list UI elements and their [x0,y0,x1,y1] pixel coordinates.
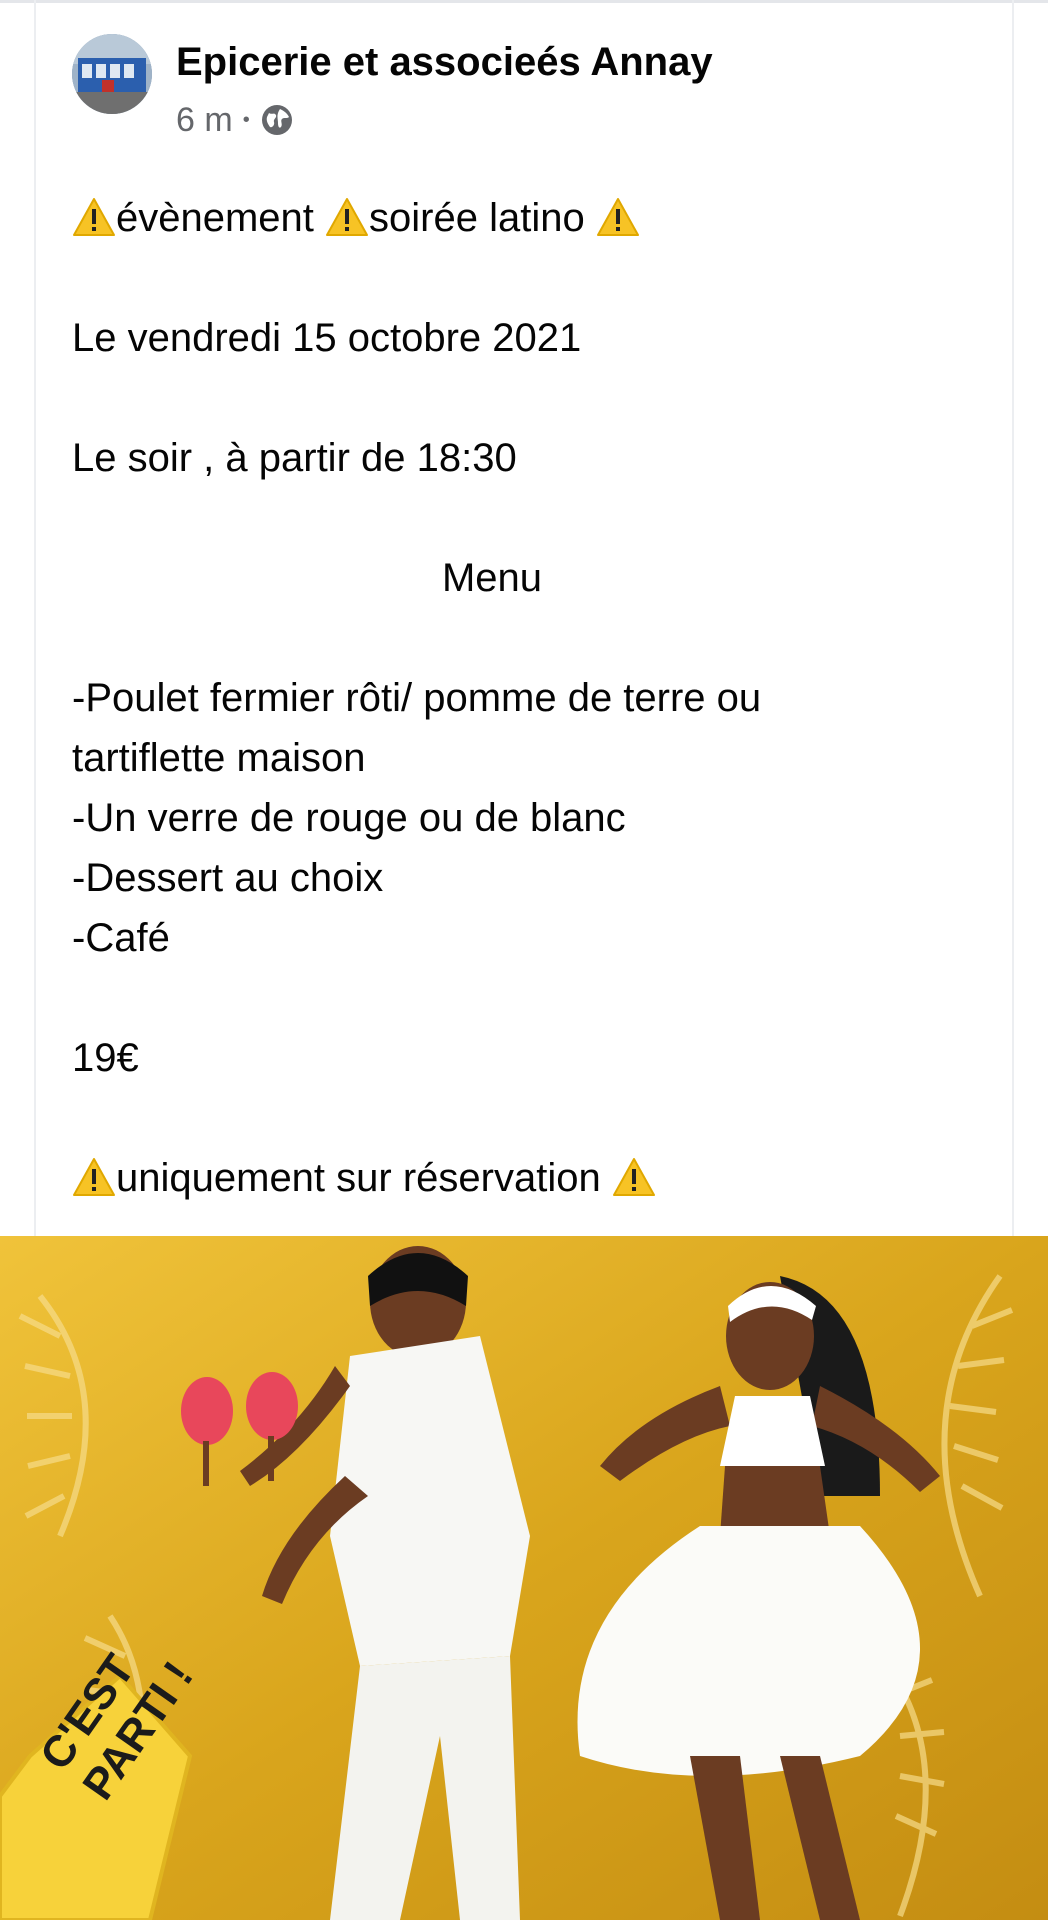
menu-item: -Café [72,916,170,960]
page-name-link[interactable]: Epicerie et associeés Annay [176,40,713,85]
meta-separator: • [242,108,250,131]
menu-item: -Un verre de rouge ou de blanc [72,796,626,840]
avatar[interactable] [72,34,152,114]
warning-icon [72,194,116,236]
menu-item: -Dessert au choix [72,856,384,900]
warning-icon [72,1154,116,1196]
event-text: évènement [116,196,326,240]
menu-item: tartiflette maison [72,736,366,780]
warning-icon [325,194,369,236]
top-divider [0,0,1048,3]
menu-item: -Poulet fermier rôti/ pomme de terre ou [72,676,762,720]
post-text: évènement soirée latino Le vendredi 15 o… [72,188,992,1208]
post-meta: 6 m • [176,100,294,140]
post-header: Epicerie et associeés Annay 6 m • [72,34,1012,144]
warning-icon [612,1154,656,1196]
menu-heading: Menu [441,556,543,600]
globe-icon[interactable] [260,103,294,137]
post-line-event: évènement soirée latino [72,188,992,248]
post-line-time: Le soir , à partir de 18:30 [72,436,517,480]
soiree-text: soirée latino [369,196,596,240]
reservation-text: uniquement sur réservation [116,1156,612,1200]
post-time[interactable]: 6 m [176,101,233,140]
card-border-right [1012,0,1014,1236]
post-line-reservation: uniquement sur réservation [72,1148,992,1208]
card-border-left [34,0,36,1236]
post-line-date: Le vendredi 15 octobre 2021 [72,316,582,360]
price: 19€ [72,1036,139,1080]
warning-icon [596,194,640,236]
